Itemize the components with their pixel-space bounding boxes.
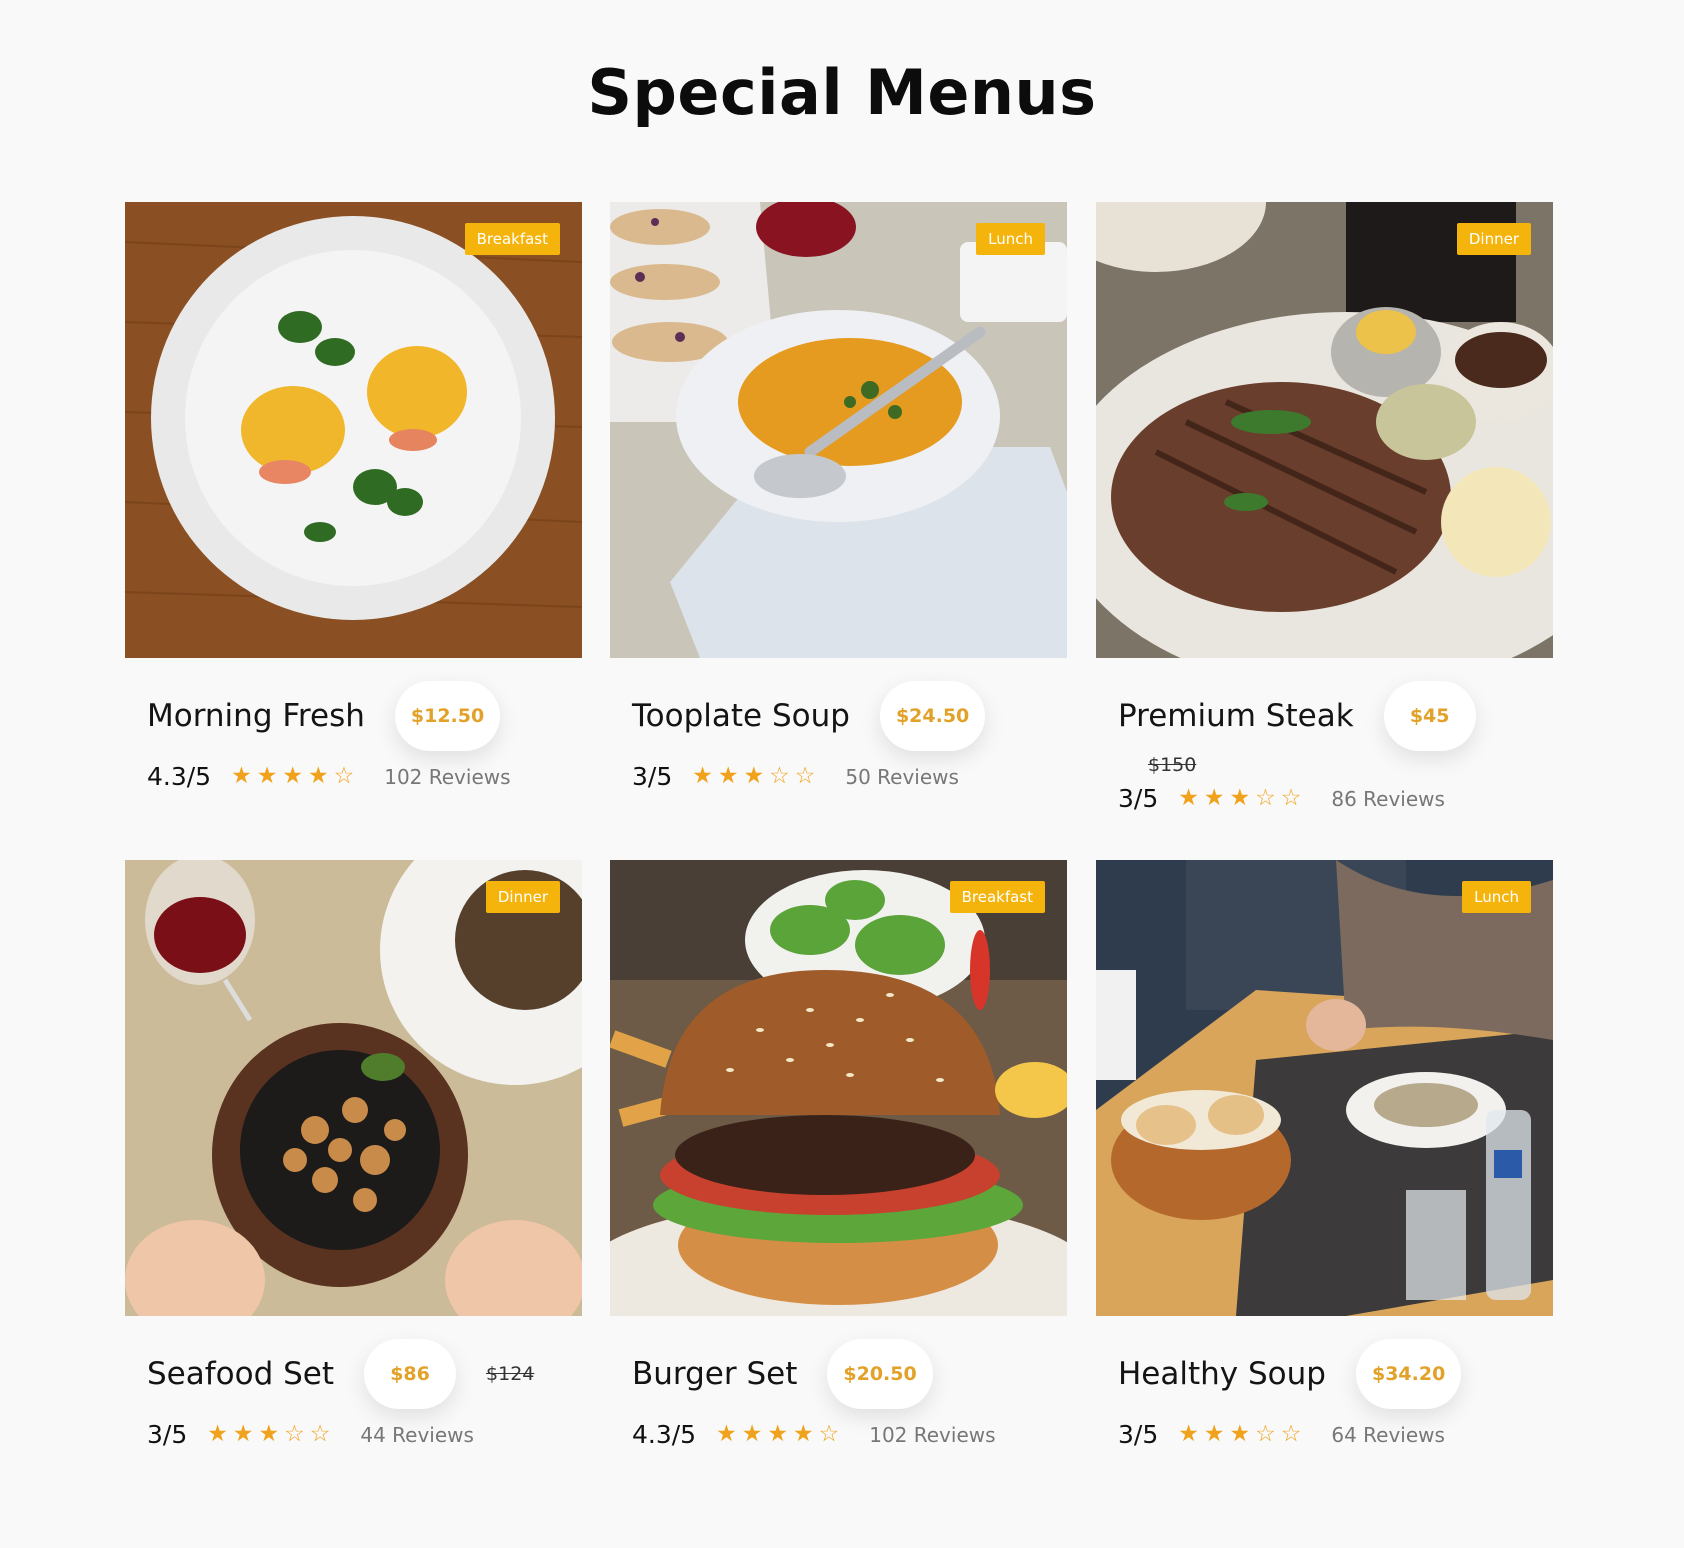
- star-filled-icon: ★: [282, 763, 303, 789]
- dish-name[interactable]: Seafood Set: [147, 1356, 334, 1392]
- steak-image: [1096, 202, 1553, 658]
- star-empty-icon: ☆: [1280, 785, 1302, 811]
- dish-name[interactable]: Morning Fresh: [147, 698, 365, 734]
- menu-card[interactable]: Dinner Premium Steak $45 $150 3/5 ★ ★ ★ ☆ ☆ …: [1096, 202, 1553, 813]
- star-filled-icon: ★: [1178, 785, 1199, 811]
- food-image[interactable]: Breakfast: [125, 202, 582, 658]
- menu-card[interactable]: Dinner Seafood Set $86 $124 3/5 ★ ★ ★ ☆ ☆ 44…: [125, 860, 582, 1449]
- star-empty-icon: ☆: [769, 763, 790, 789]
- star-empty-icon: ☆: [1255, 785, 1276, 811]
- star-rating: ★ ★ ★ ☆ ☆: [1178, 1423, 1301, 1446]
- star-empty-icon: ☆: [794, 763, 816, 789]
- star-filled-icon: ★: [792, 1421, 814, 1447]
- food-image[interactable]: Lunch: [1096, 860, 1553, 1316]
- dish-name[interactable]: Burger Set: [632, 1356, 797, 1392]
- price-tag: $24.50: [879, 681, 986, 751]
- star-filled-icon: ★: [767, 1421, 788, 1447]
- food-image[interactable]: Breakfast: [610, 860, 1067, 1316]
- rating-value: 3/5: [147, 1420, 188, 1449]
- star-filled-icon: ★: [692, 763, 713, 789]
- review-count: 64 Reviews: [1331, 1422, 1445, 1447]
- price-tag: $12.50: [394, 681, 501, 751]
- star-rating: ★ ★ ★ ☆ ☆: [692, 765, 815, 788]
- star-filled-icon: ★: [743, 763, 765, 789]
- star-filled-icon: ★: [256, 763, 278, 789]
- star-filled-icon: ★: [717, 763, 739, 789]
- dish-name[interactable]: Healthy Soup: [1118, 1356, 1326, 1392]
- star-empty-icon: ☆: [309, 1421, 331, 1447]
- menu-card[interactable]: Breakfast Burger Set $20.50 4.3/5 ★ ★ ★ ★ ☆ …: [610, 860, 1067, 1449]
- star-filled-icon: ★: [1229, 785, 1251, 811]
- rating-value: 3/5: [632, 762, 673, 791]
- category-badge: Breakfast: [949, 881, 1045, 913]
- star-empty-icon: ☆: [1255, 1421, 1276, 1447]
- review-count: 86 Reviews: [1331, 786, 1445, 811]
- star-empty-icon: ☆: [818, 1421, 840, 1447]
- category-badge: Lunch: [976, 223, 1045, 255]
- rating-value: 3/5: [1118, 784, 1159, 813]
- star-empty-icon: ☆: [284, 1421, 305, 1447]
- review-count: 44 Reviews: [360, 1422, 474, 1447]
- star-filled-icon: ★: [1229, 1421, 1251, 1447]
- dish-name[interactable]: Tooplate Soup: [632, 698, 850, 734]
- price-tag: $45: [1383, 681, 1476, 751]
- star-rating: ★ ★ ★ ★ ☆: [231, 765, 354, 788]
- healthy-soup-image: [1096, 860, 1553, 1316]
- food-image[interactable]: Dinner: [1096, 202, 1553, 658]
- original-price: $124: [486, 1363, 535, 1385]
- star-rating: ★ ★ ★ ☆ ☆: [207, 1423, 330, 1446]
- star-empty-icon: ☆: [333, 763, 355, 789]
- category-badge: Lunch: [1462, 881, 1531, 913]
- menu-card[interactable]: Lunch Tooplate Soup $24.50 3/5 ★ ★ ★ ☆ ☆ 50 …: [610, 202, 1067, 791]
- star-filled-icon: ★: [716, 1421, 737, 1447]
- food-image[interactable]: Dinner: [125, 860, 582, 1316]
- star-filled-icon: ★: [232, 1421, 254, 1447]
- rating-value: 4.3/5: [632, 1420, 697, 1449]
- star-filled-icon: ★: [258, 1421, 280, 1447]
- star-filled-icon: ★: [1178, 1421, 1199, 1447]
- eggs-benedict-image: [125, 202, 582, 658]
- price-tag: $20.50: [827, 1339, 933, 1409]
- star-rating: ★ ★ ★ ★ ☆: [716, 1423, 839, 1446]
- category-badge: Breakfast: [464, 223, 560, 255]
- rating-value: 3/5: [1118, 1420, 1159, 1449]
- star-rating: ★ ★ ★ ☆ ☆: [1178, 787, 1301, 810]
- star-filled-icon: ★: [207, 1421, 228, 1447]
- category-badge: Dinner: [485, 881, 560, 913]
- star-filled-icon: ★: [231, 763, 252, 789]
- review-count: 102 Reviews: [384, 764, 511, 789]
- menu-card[interactable]: Breakfast Morning Fresh $12.50 4.3/5 ★ ★ ★…: [125, 202, 582, 791]
- star-empty-icon: ☆: [1280, 1421, 1302, 1447]
- food-image[interactable]: Lunch: [610, 202, 1067, 658]
- price-tag: $34.20: [1355, 1339, 1462, 1409]
- star-filled-icon: ★: [1203, 1421, 1225, 1447]
- review-count: 50 Reviews: [845, 764, 959, 789]
- original-price: $150: [1148, 754, 1197, 776]
- page-title: Special Menus: [587, 56, 1097, 129]
- rating-value: 4.3/5: [147, 762, 212, 791]
- price-tag: $86: [364, 1339, 457, 1409]
- soup-bowl-image: [610, 202, 1067, 658]
- star-filled-icon: ★: [741, 1421, 763, 1447]
- category-badge: Dinner: [1456, 223, 1531, 255]
- dish-name[interactable]: Premium Steak: [1118, 698, 1354, 734]
- menu-card[interactable]: Lunch Healthy Soup $34.20 3/5 ★ ★ ★ ☆ ☆ 64 R…: [1096, 860, 1553, 1449]
- burger-image: [610, 860, 1067, 1316]
- review-count: 102 Reviews: [869, 1422, 996, 1447]
- star-filled-icon: ★: [307, 763, 329, 789]
- star-filled-icon: ★: [1203, 785, 1225, 811]
- seafood-image: [125, 860, 582, 1316]
